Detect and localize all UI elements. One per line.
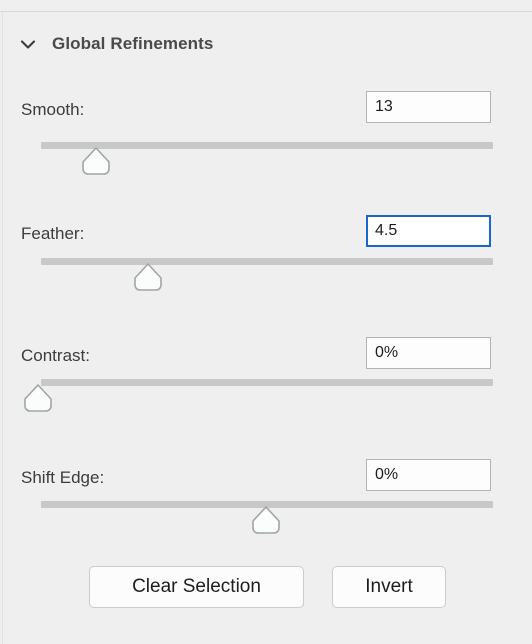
- slider-track-feather[interactable]: [41, 258, 493, 265]
- action-button-row: Clear Selection Invert: [0, 566, 532, 608]
- slider-track-contrast[interactable]: [41, 379, 493, 386]
- section-header-global-refinements[interactable]: Global Refinements: [18, 30, 213, 58]
- slider-handle-contrast[interactable]: [22, 383, 54, 413]
- slider-label-shift-edge: Shift Edge:: [21, 468, 105, 487]
- slider-label-smooth: Smooth:: [21, 100, 85, 119]
- feather-value-input[interactable]: [366, 215, 491, 247]
- slider-label-contrast: Contrast:: [21, 346, 90, 365]
- slider-handle-shift-edge[interactable]: [250, 505, 282, 535]
- smooth-value-input[interactable]: [366, 91, 491, 123]
- slider-contrast[interactable]: [0, 379, 532, 415]
- contrast-value-input[interactable]: [366, 337, 491, 369]
- slider-feather[interactable]: [0, 258, 532, 294]
- invert-button[interactable]: Invert: [332, 566, 446, 608]
- shift-edge-value-input[interactable]: [366, 459, 491, 491]
- section-title: Global Refinements: [52, 34, 214, 53]
- slider-handle-feather[interactable]: [132, 262, 164, 292]
- panel-left-divider: [2, 12, 3, 644]
- slider-smooth[interactable]: [0, 142, 532, 178]
- clear-selection-button[interactable]: Clear Selection: [89, 566, 304, 608]
- global-refinements-panel: Global Refinements Smooth: Feather: Cont…: [0, 0, 532, 644]
- slider-shift-edge[interactable]: [0, 501, 532, 537]
- slider-handle-smooth[interactable]: [80, 146, 112, 176]
- slider-label-feather: Feather:: [21, 224, 85, 243]
- panel-top-divider: [0, 11, 532, 12]
- chevron-down-icon[interactable]: [18, 34, 38, 54]
